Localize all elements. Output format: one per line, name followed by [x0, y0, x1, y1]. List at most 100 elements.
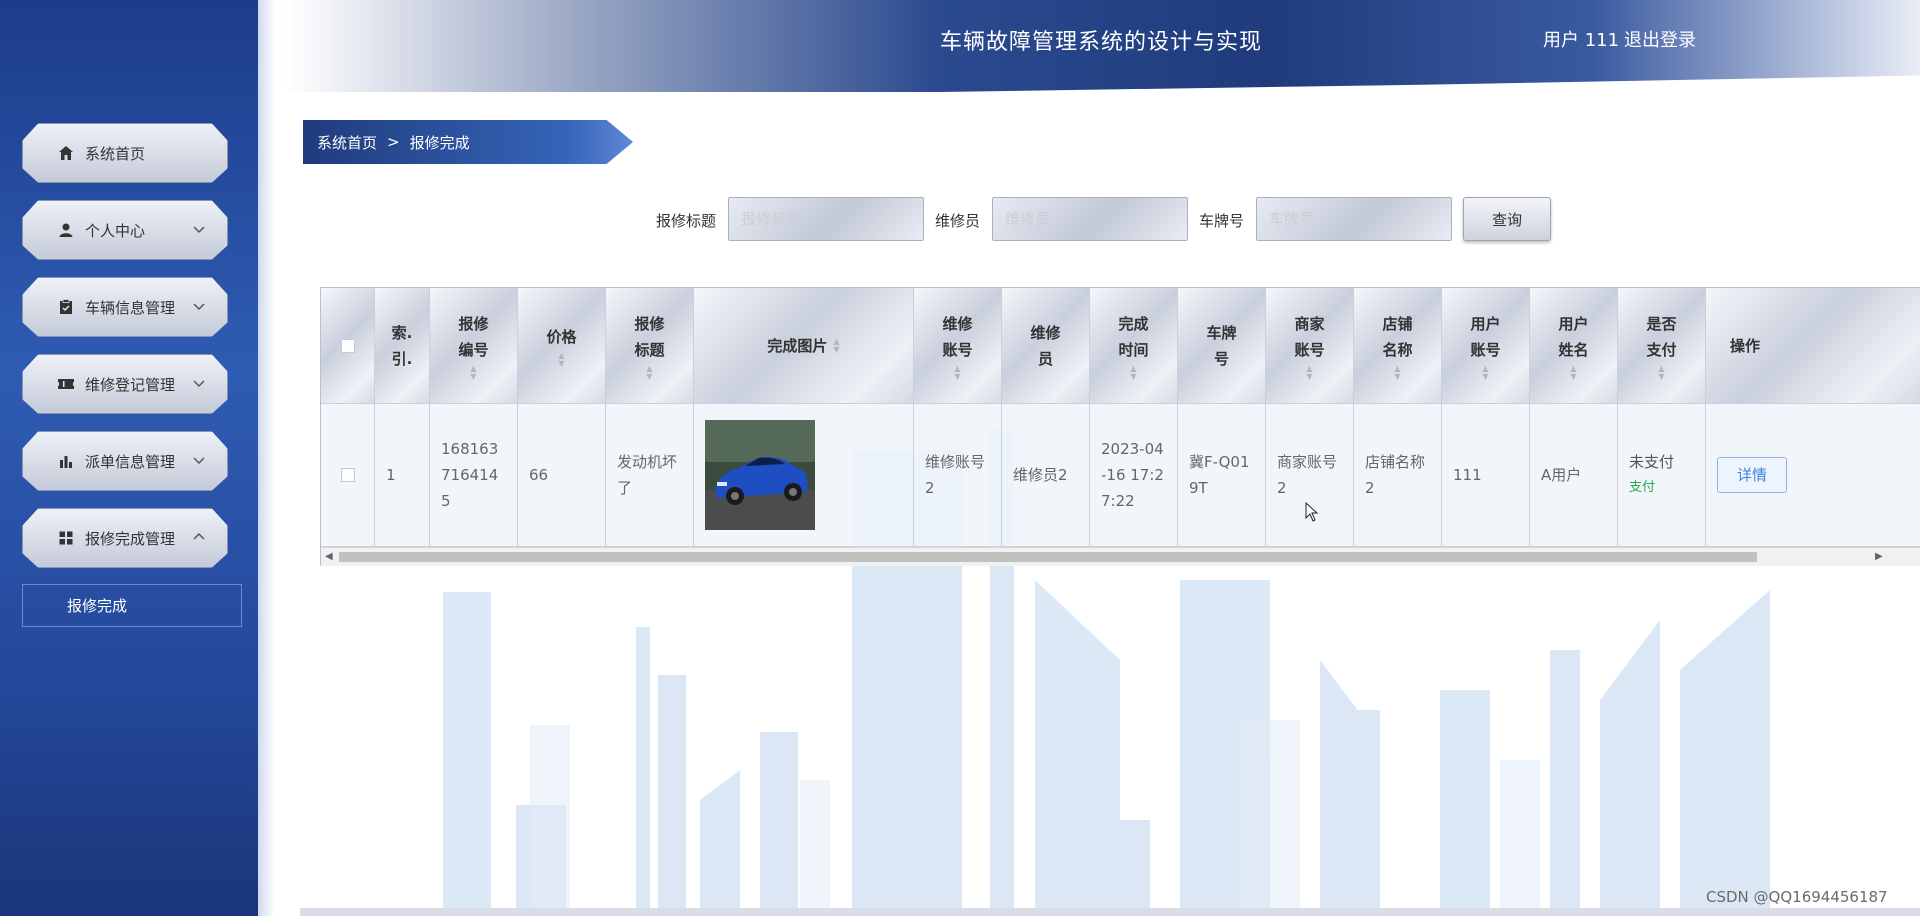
table-cell-paid: 未支付 支付 — [1618, 404, 1706, 547]
header-label: 是否 支付 — [1646, 314, 1677, 359]
header-label: 用户 姓名 — [1558, 314, 1589, 359]
sort-icon[interactable]: ▲ ▼ — [1382, 364, 1412, 381]
header-label: 商家 账号 — [1294, 314, 1325, 359]
table-header-paid[interactable]: 是否 支付 ▲ ▼ — [1618, 288, 1706, 404]
pay-status: 未支付 — [1629, 453, 1675, 471]
repairer-search-input[interactable] — [992, 197, 1188, 241]
header-label: 完成图片 — [767, 336, 828, 355]
header-label: 店铺 名称 — [1382, 314, 1413, 359]
header-label: 报修 标题 — [634, 314, 665, 359]
table-header-user-account[interactable]: 用户 账号 ▲ ▼ — [1442, 288, 1530, 404]
sort-icon[interactable]: ▲ ▼ — [1470, 364, 1500, 381]
table-header-repairer[interactable]: 维修 员 — [1002, 288, 1090, 404]
table-header-repair-no[interactable]: 报修 编号 ▲ ▼ — [430, 288, 518, 404]
table-header-plate[interactable]: 车牌 号 — [1178, 288, 1266, 404]
chevron-down-icon — [193, 380, 205, 388]
table-header-repair-title[interactable]: 报修 标题 ▲ ▼ — [606, 288, 694, 404]
sort-icon[interactable]: ▲ ▼ — [634, 364, 664, 381]
table-cell-repair-no: 1681637164145 — [430, 404, 518, 547]
current-user: 用户 111 — [1543, 30, 1620, 51]
data-table: 索. 引. 报修 编号 ▲ ▼ 价格 ▲ ▼ 报修 标题 ▲ ▼ 完成图片 ▲ ▼ 维修 账号 ▲… — [320, 287, 1920, 566]
header-label: 车牌 号 — [1206, 323, 1237, 368]
mouse-cursor-icon — [1305, 502, 1319, 522]
table-header-price[interactable]: 价格 ▲ ▼ — [518, 288, 606, 404]
sort-icon[interactable]: ▲ ▼ — [1118, 364, 1148, 381]
chevron-down-icon — [193, 303, 205, 311]
pay-link[interactable]: 支付 — [1629, 475, 1674, 501]
scrollbar-thumb[interactable] — [339, 552, 1757, 562]
ticket-icon — [57, 375, 75, 393]
table-header-repairer-account[interactable]: 维修 账号 ▲ ▼ — [914, 288, 1002, 404]
car-photo[interactable] — [705, 420, 815, 530]
table-header-merchant-account[interactable]: 商家 账号 ▲ ▼ — [1266, 288, 1354, 404]
breadcrumb-current: 报修完成 — [409, 133, 470, 152]
query-button[interactable]: 查询 — [1463, 197, 1551, 241]
table-cell-price: 66 — [518, 404, 606, 547]
sort-icon[interactable]: ▲ ▼ — [942, 364, 972, 381]
sort-icon[interactable]: ▲ ▼ — [546, 351, 576, 368]
plate-search-label: 车牌号 — [1199, 212, 1245, 230]
sidebar-item-label: 车辆信息管理 — [85, 298, 176, 317]
scroll-left-arrow-icon[interactable]: ◀ — [325, 551, 333, 562]
table-header-user-name[interactable]: 用户 姓名 ▲ ▼ — [1530, 288, 1618, 404]
table-cell-user-name: A用户 — [1530, 404, 1618, 547]
sidebar-item-home[interactable]: 系统首页 — [22, 123, 228, 183]
table-header-index: 索. 引. — [375, 288, 430, 404]
submenu-item-repair-completion[interactable]: 报修完成 — [22, 584, 242, 627]
header-label: 价格 — [546, 327, 577, 346]
logout-link[interactable]: 退出登录 — [1624, 26, 1696, 52]
table-cell-repairer-account: 维修账号2 — [914, 404, 1002, 547]
select-all-checkbox[interactable] — [340, 338, 355, 353]
title-search-label: 报修标题 — [656, 212, 717, 230]
sidebar-item-vehicle-info[interactable]: 车辆信息管理 — [22, 277, 228, 337]
sidebar-item-label: 系统首页 — [85, 144, 146, 163]
header-label: 维修 账号 — [942, 314, 973, 359]
row-checkbox[interactable] — [340, 468, 355, 482]
header-label: 报修 编号 — [458, 314, 489, 359]
sort-icon[interactable]: ▲ ▼ — [833, 337, 839, 354]
table-horizontal-scrollbar[interactable]: ◀ ▶ — [321, 547, 1920, 566]
home-icon — [57, 144, 75, 162]
breadcrumb-home[interactable]: 系统首页 — [317, 132, 377, 153]
sidebar-item-repair-registration[interactable]: 维修登记管理 — [22, 354, 228, 414]
sidebar-item-dispatch-info[interactable]: 派单信息管理 — [22, 431, 228, 491]
table-header-image[interactable]: 完成图片 ▲ ▼ — [694, 288, 914, 404]
detail-button[interactable]: 详情 — [1717, 457, 1787, 493]
chevron-down-icon — [193, 226, 205, 234]
breadcrumb-separator: > — [387, 133, 400, 151]
table-header-action: 操作 — [1706, 288, 1920, 404]
submenu-item-label: 报修完成 — [67, 597, 128, 615]
table-cell-index: 1 — [375, 404, 430, 547]
table-header-finish-time[interactable]: 完成 时间 ▲ ▼ — [1090, 288, 1178, 404]
sidebar-item-label: 维修登记管理 — [85, 375, 176, 394]
person-icon — [57, 221, 75, 239]
sort-icon[interactable]: ▲ ▼ — [1646, 364, 1676, 381]
table-cell-shop-name: 店铺名称2 — [1354, 404, 1442, 547]
title-search-input[interactable] — [728, 197, 924, 241]
table-cell-repair-title: 发动机坏了 — [606, 404, 694, 547]
table-cell-repairer: 维修员2 — [1002, 404, 1090, 547]
page-bottom-scrollbar[interactable] — [300, 908, 1920, 916]
sidebar-item-label: 报修完成管理 — [85, 529, 176, 548]
table-row-select — [321, 404, 375, 547]
sidebar-item-label: 派单信息管理 — [85, 452, 176, 471]
sort-icon[interactable]: ▲ ▼ — [458, 364, 488, 381]
bar-chart-icon — [57, 452, 75, 470]
plate-search-input[interactable] — [1256, 197, 1452, 241]
page-title: 车辆故障管理系统的设计与实现 — [940, 30, 1263, 55]
table-cell-action: 详情 — [1706, 404, 1920, 547]
chevron-up-icon — [193, 532, 205, 540]
scroll-right-arrow-icon[interactable]: ▶ — [1875, 551, 1883, 562]
sort-icon[interactable]: ▲ ▼ — [1558, 364, 1588, 381]
header-label: 维修 员 — [1030, 323, 1061, 368]
sidebar-item-label: 个人中心 — [85, 221, 146, 240]
watermark: CSDN @QQ1694456187 — [1706, 888, 1888, 906]
sort-icon[interactable]: ▲ ▼ — [1294, 364, 1324, 381]
header-label: 用户 账号 — [1470, 314, 1501, 359]
sidebar-item-repair-completion[interactable]: 报修完成管理 — [22, 508, 228, 568]
sidebar-item-personal-center[interactable]: 个人中心 — [22, 200, 228, 260]
table-cell-image — [694, 404, 914, 547]
table-header-shop-name[interactable]: 店铺 名称 ▲ ▼ — [1354, 288, 1442, 404]
chevron-down-icon — [193, 457, 205, 465]
grid-icon — [57, 529, 75, 547]
